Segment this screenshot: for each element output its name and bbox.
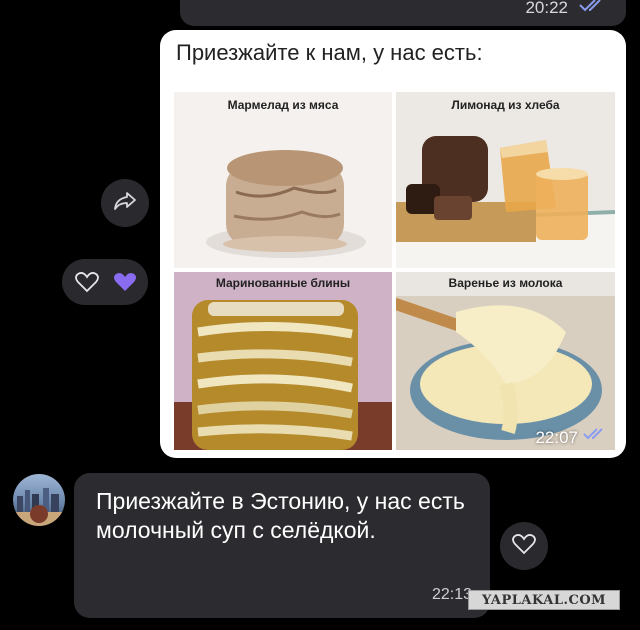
outgoing-message-bubble[interactable]: 20:22 <box>180 0 626 26</box>
reaction-bar <box>62 259 148 305</box>
meat-jelly-image <box>206 150 366 258</box>
avatar[interactable] <box>13 474 65 526</box>
cell-label: Лимонад из хлеба <box>451 98 560 112</box>
forward-button[interactable] <box>101 179 149 227</box>
meme-grid: Мармелад из мяса Лимонад из хлеба Марино… <box>174 92 615 450</box>
double-check-icon <box>582 427 608 446</box>
watermark: YAPLAKAL.COM <box>468 590 620 610</box>
heart-filled-icon[interactable] <box>112 270 138 299</box>
pickled-pancakes-image <box>174 272 392 450</box>
bread-lemonade-image <box>396 136 615 268</box>
cell-label: Варенье из молока <box>448 276 563 290</box>
avatar-image <box>13 488 65 526</box>
double-check-icon <box>578 0 606 18</box>
image-message[interactable]: Приезжайте к нам, у нас есть: Мармелад и… <box>160 30 626 458</box>
condensed-milk-image <box>396 296 615 450</box>
meme-cell-bread-lemonade: Лимонад из хлеба <box>396 92 615 268</box>
meme-cell-meat-jelly: Мармелад из мяса <box>174 92 392 268</box>
meme-cell-milk-jam: Варенье из молока <box>396 272 615 450</box>
heart-outline-icon[interactable] <box>74 270 100 299</box>
cell-label: Маринованные блины <box>215 276 351 290</box>
message-time: 22:13 <box>431 586 472 603</box>
meme-title: Приезжайте к нам, у нас есть: <box>176 40 483 65</box>
message-text: Приезжайте в Эстонию, у нас есть молочны… <box>96 488 465 543</box>
message-time: 20:22 <box>525 0 568 17</box>
meme-cell-pickled-pancakes: Маринованные блины <box>174 272 392 450</box>
add-reaction-button[interactable] <box>500 522 548 570</box>
message-time: 22:07 <box>535 428 578 447</box>
heart-outline-icon <box>511 532 537 561</box>
cell-label: Мармелад из мяса <box>227 98 339 112</box>
incoming-message-bubble[interactable]: Приезжайте в Эстонию, у нас есть молочны… <box>74 473 490 618</box>
share-arrow-icon <box>112 190 138 217</box>
